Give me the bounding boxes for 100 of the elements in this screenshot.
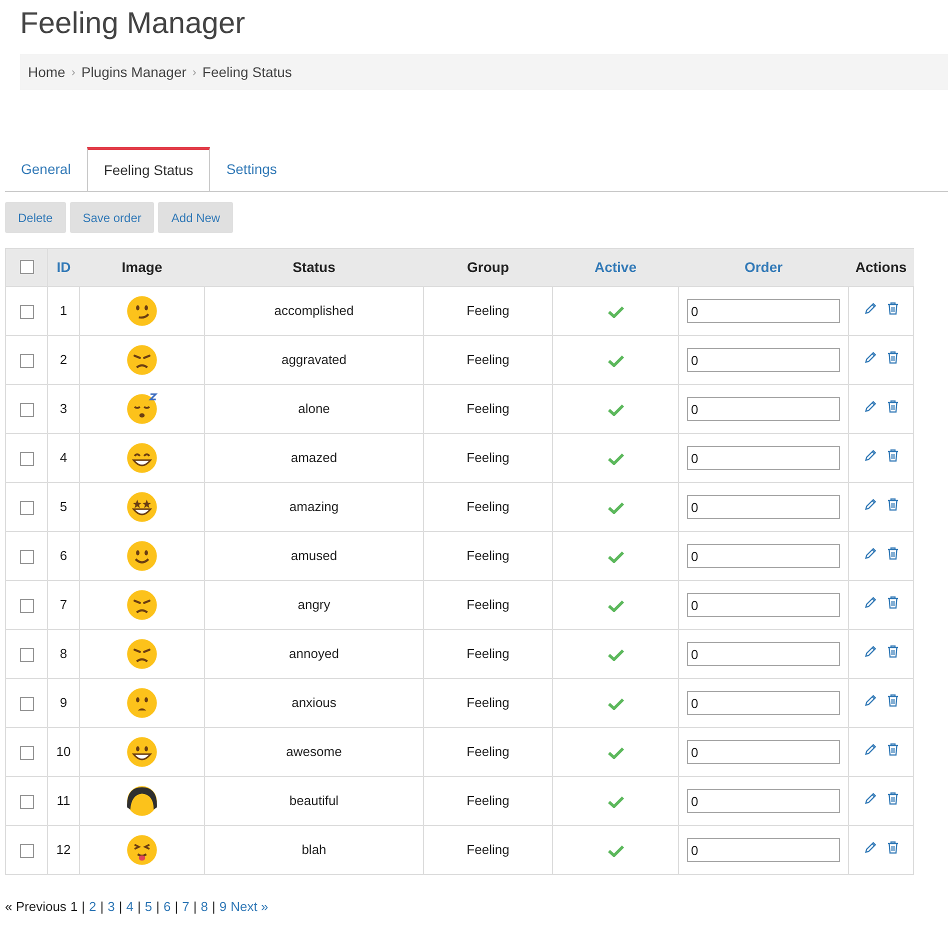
trash-icon[interactable] (886, 841, 898, 854)
breadcrumb-link[interactable]: Home (28, 62, 66, 82)
group-text: Feeling (466, 646, 510, 662)
checkbox[interactable] (20, 696, 34, 711)
trash-icon[interactable] (886, 351, 898, 364)
breadcrumb-link[interactable]: Plugins Manager (81, 62, 186, 82)
order-field[interactable]: 0 (687, 740, 840, 764)
status-text: awesome (286, 744, 342, 760)
next-link[interactable]: Next » (230, 897, 268, 916)
checkbox[interactable] (20, 648, 34, 662)
id-text: 5 (60, 499, 68, 514)
check-icon[interactable] (608, 796, 624, 808)
page-link[interactable]: 3 (108, 897, 115, 916)
pencil-icon[interactable] (864, 302, 876, 316)
order-field[interactable]: 0 (687, 397, 840, 421)
page-link[interactable]: 6 (164, 897, 171, 916)
checkbox[interactable] (20, 452, 34, 466)
id-text: 2 (60, 352, 68, 368)
group-text: Feeling (466, 401, 510, 416)
checkbox[interactable] (20, 402, 34, 417)
page-link[interactable]: 8 (200, 897, 208, 916)
pencil-icon[interactable] (864, 792, 876, 806)
check-icon[interactable] (608, 844, 624, 857)
emoji-icon (125, 294, 159, 328)
id-text: 8 (60, 646, 68, 662)
status-text: blah (302, 842, 326, 858)
pencil-icon[interactable] (864, 645, 876, 658)
checkbox[interactable] (20, 746, 34, 760)
check-icon[interactable] (608, 600, 624, 612)
tab[interactable]: Feeling Status (86, 147, 210, 191)
page-separator: | (100, 898, 104, 916)
id-text: 11 (56, 793, 70, 808)
id-text: 6 (60, 548, 68, 564)
order-field[interactable]: 0 (687, 495, 840, 519)
pencil-icon[interactable] (864, 841, 876, 854)
page-link[interactable]: 1 (70, 897, 78, 916)
check-icon[interactable] (608, 550, 624, 563)
order-field[interactable]: 0 (687, 593, 840, 617)
sort-link[interactable]: ID (56, 259, 71, 275)
pencil-icon[interactable] (864, 743, 876, 756)
emoji-icon (125, 833, 159, 867)
order-field[interactable]: 0 (687, 642, 840, 666)
check-icon[interactable] (608, 698, 624, 710)
checkbox[interactable] (20, 260, 34, 274)
check-icon[interactable] (608, 404, 624, 416)
checkbox[interactable] (20, 794, 34, 809)
page-link[interactable]: 2 (89, 897, 96, 916)
status-text: amused (290, 548, 338, 564)
trash-icon[interactable] (886, 547, 898, 560)
check-icon[interactable] (608, 306, 624, 318)
page-link[interactable]: 5 (144, 897, 152, 916)
trash-icon[interactable] (886, 498, 898, 512)
status-text: angry (298, 597, 330, 612)
order-field[interactable]: 0 (687, 348, 840, 372)
order-field[interactable]: 0 (687, 789, 840, 813)
trash-icon[interactable] (886, 400, 898, 414)
checkbox[interactable] (20, 598, 34, 613)
pencil-icon[interactable] (864, 449, 876, 462)
check-icon[interactable] (608, 354, 624, 367)
checkbox[interactable] (20, 500, 34, 515)
page-title: Feeling Manager (20, 6, 246, 42)
checkbox[interactable] (20, 844, 34, 858)
pencil-icon[interactable] (864, 547, 876, 560)
order-field[interactable]: 0 (687, 544, 840, 568)
trash-icon[interactable] (886, 449, 898, 462)
breadcrumb-separator: › (71, 64, 76, 81)
trash-icon[interactable] (886, 694, 898, 708)
tab[interactable]: General (5, 147, 87, 191)
page-link[interactable]: 9 (219, 897, 227, 916)
tab[interactable]: Settings (210, 147, 293, 191)
order-field[interactable]: 0 (687, 446, 840, 470)
page-link[interactable]: 4 (126, 897, 134, 916)
order-field[interactable]: 0 (687, 838, 840, 862)
page-link[interactable]: 7 (182, 897, 190, 916)
check-icon[interactable] (608, 502, 624, 514)
pencil-icon[interactable] (864, 694, 876, 708)
check-icon[interactable] (608, 746, 624, 759)
trash-icon[interactable] (886, 302, 898, 316)
pencil-icon[interactable] (864, 498, 876, 512)
pencil-icon[interactable] (864, 596, 876, 610)
breadcrumb-link[interactable]: Feeling Status (202, 62, 292, 82)
order-field[interactable]: 0 (687, 691, 840, 715)
checkbox[interactable] (20, 550, 34, 564)
trash-icon[interactable] (886, 645, 898, 658)
check-icon[interactable] (608, 648, 624, 661)
page-separator: | (138, 898, 141, 916)
check-icon[interactable] (608, 452, 624, 465)
order-field[interactable]: 0 (687, 299, 840, 323)
trash-icon[interactable] (886, 792, 898, 806)
pencil-icon[interactable] (864, 351, 876, 364)
pencil-icon[interactable] (864, 400, 876, 414)
trash-icon[interactable] (886, 743, 898, 756)
column-header: Group (467, 259, 509, 275)
column-header: Image (122, 259, 162, 275)
status-text: alone (298, 401, 330, 416)
sort-link[interactable]: Order (744, 259, 783, 275)
trash-icon[interactable] (886, 596, 898, 610)
checkbox[interactable] (20, 304, 34, 319)
checkbox[interactable] (20, 354, 34, 368)
sort-link[interactable]: Active (594, 259, 637, 275)
